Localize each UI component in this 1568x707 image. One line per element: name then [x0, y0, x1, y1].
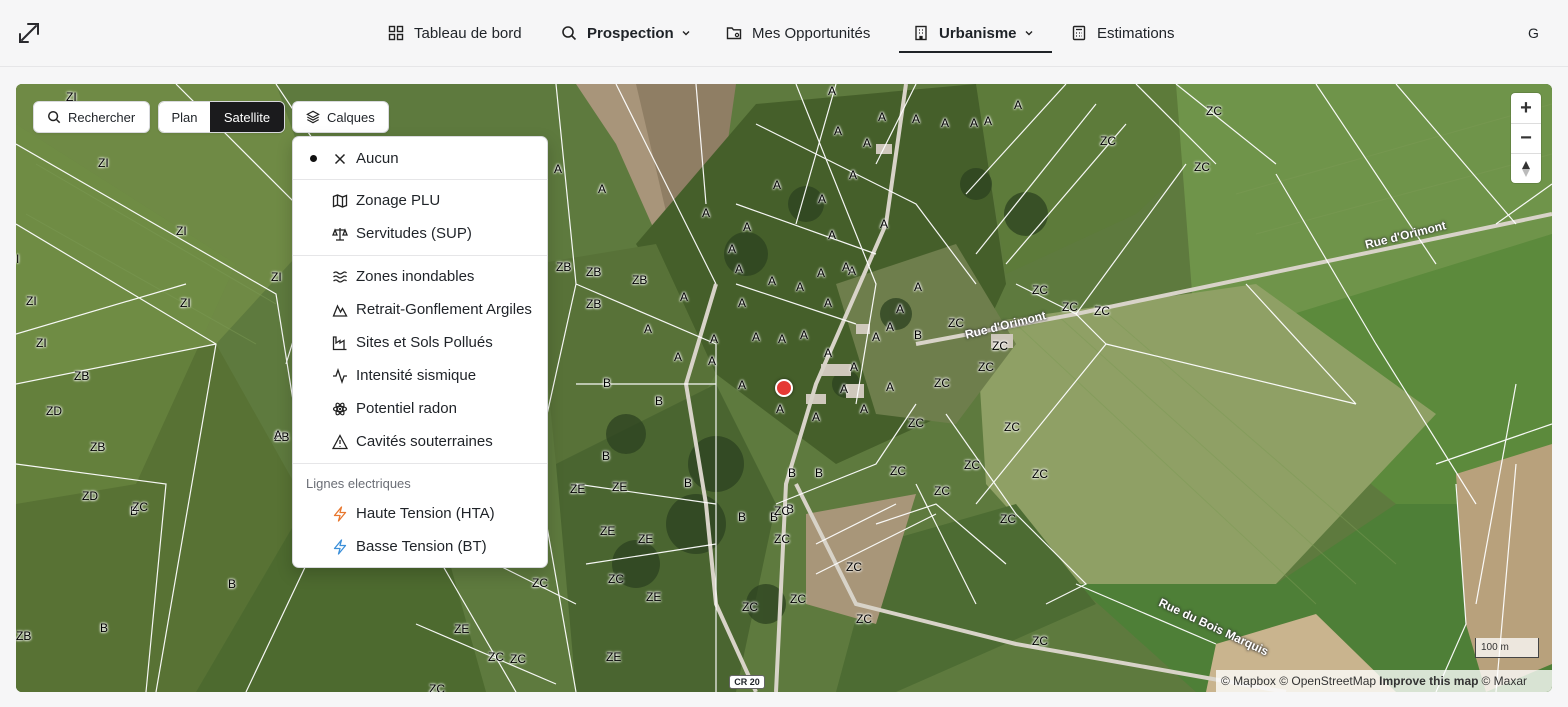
compass-icon [1522, 160, 1530, 177]
nav-label: Urbanisme [939, 24, 1017, 42]
atom-icon [332, 402, 348, 415]
chevron-down-icon [682, 31, 690, 36]
map-scale-bar: 100 m [1475, 638, 1539, 658]
waves-icon [333, 270, 348, 283]
layer-option-label: Zones inondables [356, 268, 475, 285]
calculator-icon [1072, 25, 1086, 41]
layer-option-sites-sols-pollues[interactable]: Sites et Sols Pollués [293, 326, 547, 359]
activity-icon [333, 367, 347, 384]
layer-option-haute-tension[interactable]: Haute Tension (HTA) [293, 497, 547, 530]
mountain-icon [332, 303, 348, 317]
satellite-map[interactable]: ZI ZI ZI ZI ZI ZI ZI I ZB ZD ZB ZD ZB B B B ZB ZB ZB ZB ZB A A… [16, 84, 1552, 692]
layer-option-label: Intensité sismique [356, 367, 477, 384]
menu-divider [293, 255, 547, 256]
map-attribution: © Mapbox © OpenStreetMap Improve this ma… [1216, 670, 1552, 692]
layers-icon [306, 110, 320, 124]
scale-icon [332, 227, 348, 241]
nav-mes-opportunites[interactable]: Mes Opportunités [726, 14, 870, 52]
layer-option-label: Cavités souterraines [356, 433, 493, 450]
layer-option-label: Potentiel radon [356, 400, 457, 417]
layer-option-retrait-gonflement[interactable]: Retrait-Gonflement Argiles [293, 293, 547, 326]
layer-option-label: Sites et Sols Pollués [356, 334, 493, 351]
layer-option-label: Aucun [356, 150, 399, 167]
layer-option-label: Haute Tension (HTA) [356, 505, 495, 522]
warning-icon [332, 433, 348, 449]
nav-urbanisme[interactable]: Urbanisme [899, 14, 1051, 53]
layer-option-aucun[interactable]: Aucun [293, 142, 547, 175]
improve-map-link[interactable]: Improve this map [1379, 674, 1478, 688]
compass-button[interactable] [1511, 153, 1541, 183]
menu-divider [293, 179, 547, 180]
search-icon [48, 111, 61, 124]
search-icon [562, 26, 577, 41]
nav-label: Estimations [1097, 24, 1175, 42]
top-navigation-bar: Tableau de bord Prospection Mes Opportun… [0, 0, 1568, 67]
nav-label: Tableau de bord [414, 24, 522, 42]
section-heading-lignes-electriques: Lignes electriques [306, 476, 411, 491]
layer-option-intensite-sismique[interactable]: Intensité sismique [293, 359, 547, 392]
view-plan-button[interactable]: Plan [159, 102, 210, 132]
layers-dropdown-menu: Aucun Zonage PLU Servitudes (SUP) Zones … [292, 136, 548, 568]
nav-estimations[interactable]: Estimations [1071, 14, 1175, 52]
factory-icon [332, 335, 347, 350]
user-avatar[interactable]: G [1528, 25, 1539, 41]
layers-button-label: Calques [327, 109, 375, 125]
menu-divider [293, 463, 547, 464]
folder-tag-icon [726, 27, 742, 40]
selected-indicator [310, 155, 317, 162]
layer-option-label: Basse Tension (BT) [356, 538, 487, 555]
attribution-mapbox-link[interactable]: © Mapbox [1221, 674, 1276, 688]
map-search-button[interactable]: Rechercher [33, 101, 150, 133]
main-nav: Tableau de bord Prospection Mes Opportun… [0, 0, 1568, 67]
nav-tableau-de-bord[interactable]: Tableau de bord [388, 14, 522, 52]
zoom-in-button[interactable]: + [1511, 93, 1541, 123]
layer-option-label: Zonage PLU [356, 192, 441, 209]
nav-label: Prospection [587, 24, 674, 42]
layer-option-zonage-plu[interactable]: Zonage PLU [293, 184, 547, 217]
nav-prospection[interactable]: Prospection [561, 14, 691, 52]
search-button-label: Rechercher [68, 109, 136, 125]
layer-option-cavites-souterraines[interactable]: Cavités souterraines [293, 425, 547, 458]
layers-button[interactable]: Calques [292, 101, 389, 133]
chevron-down-icon [1025, 31, 1033, 36]
road-number-badge: CR 20 [729, 675, 765, 689]
zoom-out-button[interactable]: − [1511, 123, 1541, 153]
layer-option-servitudes[interactable]: Servitudes (SUP) [293, 217, 547, 250]
layer-option-potentiel-radon[interactable]: Potentiel radon [293, 392, 547, 425]
location-pin-marker[interactable] [775, 379, 793, 397]
lightning-icon [333, 538, 347, 555]
view-satellite-button[interactable]: Satellite [210, 102, 284, 132]
layer-option-basse-tension[interactable]: Basse Tension (BT) [293, 530, 547, 563]
layer-option-label: Servitudes (SUP) [356, 225, 472, 242]
lightning-icon [333, 505, 347, 522]
zoom-controls: + − [1511, 93, 1541, 183]
attribution-maxar-link[interactable]: © Maxar [1481, 674, 1527, 688]
dashboard-icon [388, 25, 404, 41]
layer-option-zones-inondables[interactable]: Zones inondables [293, 260, 547, 293]
building-icon [915, 25, 927, 41]
close-icon [334, 153, 346, 164]
map-view-toggle: Plan Satellite [158, 101, 285, 133]
map-icon [332, 193, 348, 208]
layer-option-label: Retrait-Gonflement Argiles [356, 301, 532, 318]
nav-label: Mes Opportunités [752, 24, 871, 42]
attribution-osm-link[interactable]: © OpenStreetMap [1279, 674, 1376, 688]
